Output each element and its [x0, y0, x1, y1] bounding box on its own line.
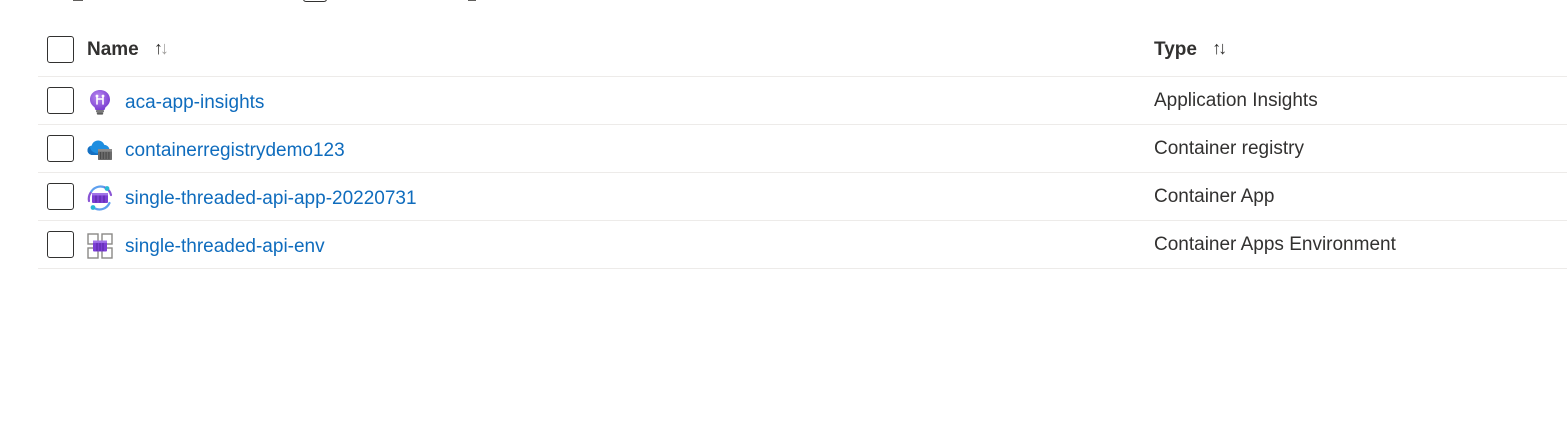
table-row[interactable]: single-threaded-api-env Container Apps E…	[38, 221, 1567, 269]
toolbar-checkbox[interactable]	[303, 0, 327, 2]
resource-list-page: Name ↑↓ Type ↑↓ aca-app-insights Applica…	[0, 0, 1567, 423]
resource-type: Container registry	[1154, 138, 1304, 159]
toolbar-glyph	[73, 0, 83, 1]
row-checkbox[interactable]	[47, 135, 74, 162]
container-app-icon	[86, 184, 114, 212]
column-header-type[interactable]: Type ↑↓	[1154, 38, 1227, 61]
sort-icon[interactable]: ↑↓	[1212, 38, 1227, 59]
grid-header-row: Name ↑↓ Type ↑↓	[38, 24, 1567, 77]
resource-name-link[interactable]: containerregistrydemo123	[125, 140, 345, 162]
column-header-name[interactable]: Name ↑↓	[87, 38, 169, 61]
resource-name-link[interactable]: single-threaded-api-app-20220731	[125, 188, 417, 210]
resource-name-link[interactable]: single-threaded-api-env	[125, 236, 325, 258]
row-checkbox[interactable]	[47, 87, 74, 114]
table-row[interactable]: containerregistrydemo123 Container regis…	[38, 125, 1567, 173]
resource-type: Container Apps Environment	[1154, 234, 1396, 255]
table-row[interactable]: single-threaded-api-app-20220731 Contain…	[38, 173, 1567, 221]
column-header-type-label: Type	[1154, 39, 1197, 60]
sort-ascending-icon[interactable]: ↑↓	[154, 38, 169, 59]
resource-name-link[interactable]: aca-app-insights	[125, 92, 264, 114]
row-checkbox[interactable]	[47, 231, 74, 258]
container-registry-icon	[86, 136, 114, 164]
toolbar-glyph	[468, 0, 476, 1]
resources-grid: Name ↑↓ Type ↑↓ aca-app-insights Applica…	[38, 24, 1567, 269]
application-insights-icon	[86, 88, 114, 116]
row-checkbox[interactable]	[47, 183, 74, 210]
select-all-checkbox[interactable]	[47, 36, 74, 63]
resource-type: Application Insights	[1154, 90, 1318, 111]
toolbar-clipped	[0, 0, 1567, 4]
column-header-name-label: Name	[87, 39, 139, 60]
container-apps-environment-icon	[86, 232, 114, 260]
table-row[interactable]: aca-app-insights Application Insights	[38, 77, 1567, 125]
resource-type: Container App	[1154, 186, 1275, 207]
